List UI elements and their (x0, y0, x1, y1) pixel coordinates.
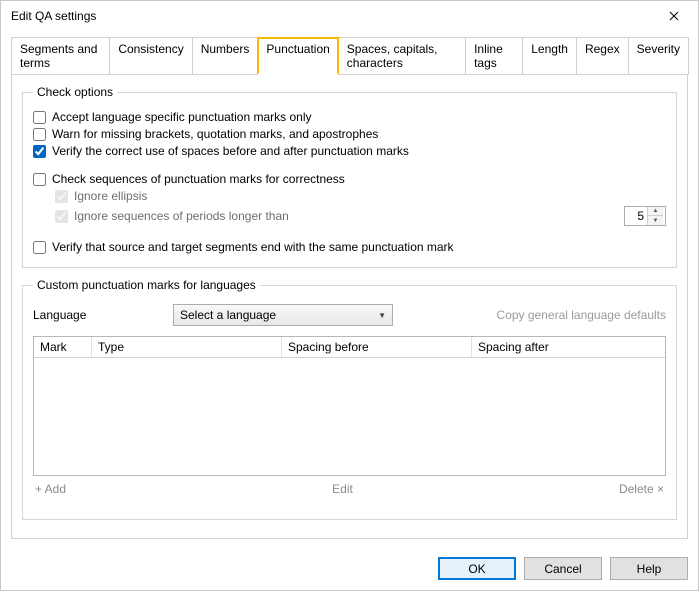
marks-table: Mark Type Spacing before Spacing after (33, 336, 666, 476)
edit-button[interactable]: Edit (332, 482, 353, 496)
check-options-legend: Check options (33, 85, 117, 99)
copy-defaults-link[interactable]: Copy general language defaults (497, 308, 666, 322)
ignore-ellipsis-label: Ignore ellipsis (74, 189, 147, 203)
spinner-up[interactable]: ▲ (648, 207, 663, 216)
accept-lang-specific-checkbox[interactable] (33, 111, 46, 124)
accept-lang-specific-label: Accept language specific punctuation mar… (52, 110, 311, 124)
period-seq-spinner[interactable]: ▲ ▼ (624, 206, 666, 226)
verify-spaces-checkbox[interactable] (33, 145, 46, 158)
tab-spaces-capitals-characters[interactable]: Spaces, capitals, characters (338, 37, 466, 75)
help-button[interactable]: Help (610, 557, 688, 580)
ignore-ellipsis-checkbox (55, 190, 68, 203)
language-selected-value: Select a language (180, 308, 276, 322)
tab-inline-tags[interactable]: Inline tags (465, 37, 523, 75)
dialog-window: Edit QA settings Segments and terms Cons… (0, 0, 699, 591)
tab-numbers[interactable]: Numbers (192, 37, 259, 75)
tab-punctuation[interactable]: Punctuation (257, 37, 338, 75)
tab-length[interactable]: Length (522, 37, 577, 75)
tab-strip: Segments and terms Consistency Numbers P… (11, 37, 688, 75)
close-icon (669, 11, 679, 21)
warn-missing-brackets-checkbox[interactable] (33, 128, 46, 141)
verify-end-punct-checkbox[interactable] (33, 241, 46, 254)
chevron-down-icon: ▼ (378, 311, 386, 320)
cancel-button[interactable]: Cancel (524, 557, 602, 580)
title-bar: Edit QA settings (1, 1, 698, 31)
check-sequences-checkbox[interactable] (33, 173, 46, 186)
warn-missing-brackets-label: Warn for missing brackets, quotation mar… (52, 127, 378, 141)
col-spacing-before[interactable]: Spacing before (282, 337, 472, 357)
ignore-period-seq-checkbox (55, 210, 68, 223)
custom-marks-group: Custom punctuation marks for languages L… (22, 278, 677, 520)
tab-segments-and-terms[interactable]: Segments and terms (11, 37, 110, 75)
verify-end-punct-label: Verify that source and target segments e… (52, 240, 454, 254)
col-mark[interactable]: Mark (34, 337, 92, 357)
col-type[interactable]: Type (92, 337, 282, 357)
spinner-down[interactable]: ▼ (648, 216, 663, 225)
period-seq-value[interactable] (625, 209, 647, 223)
tab-consistency[interactable]: Consistency (109, 37, 192, 75)
check-sequences-label: Check sequences of punctuation marks for… (52, 172, 345, 186)
ok-button[interactable]: OK (438, 557, 516, 580)
table-header: Mark Type Spacing before Spacing after (34, 337, 665, 358)
spinner-buttons: ▲ ▼ (647, 207, 663, 225)
window-title: Edit QA settings (11, 9, 96, 23)
ignore-period-seq-label: Ignore sequences of periods longer than (74, 209, 289, 223)
tab-severity[interactable]: Severity (628, 37, 689, 75)
delete-button[interactable]: Delete × (619, 482, 664, 496)
table-body (34, 358, 665, 475)
check-options-group: Check options Accept language specific p… (22, 85, 677, 268)
add-button[interactable]: + Add (35, 482, 66, 496)
table-buttons: + Add Edit Delete × (35, 482, 664, 496)
tab-regex[interactable]: Regex (576, 37, 629, 75)
language-label: Language (33, 308, 173, 322)
content-pane: Check options Accept language specific p… (11, 75, 688, 539)
language-select[interactable]: Select a language ▼ (173, 304, 393, 326)
close-button[interactable] (654, 2, 694, 30)
dialog-buttons: OK Cancel Help (1, 547, 698, 590)
verify-spaces-label: Verify the correct use of spaces before … (52, 144, 409, 158)
col-spacing-after[interactable]: Spacing after (472, 337, 665, 357)
custom-marks-legend: Custom punctuation marks for languages (33, 278, 260, 292)
